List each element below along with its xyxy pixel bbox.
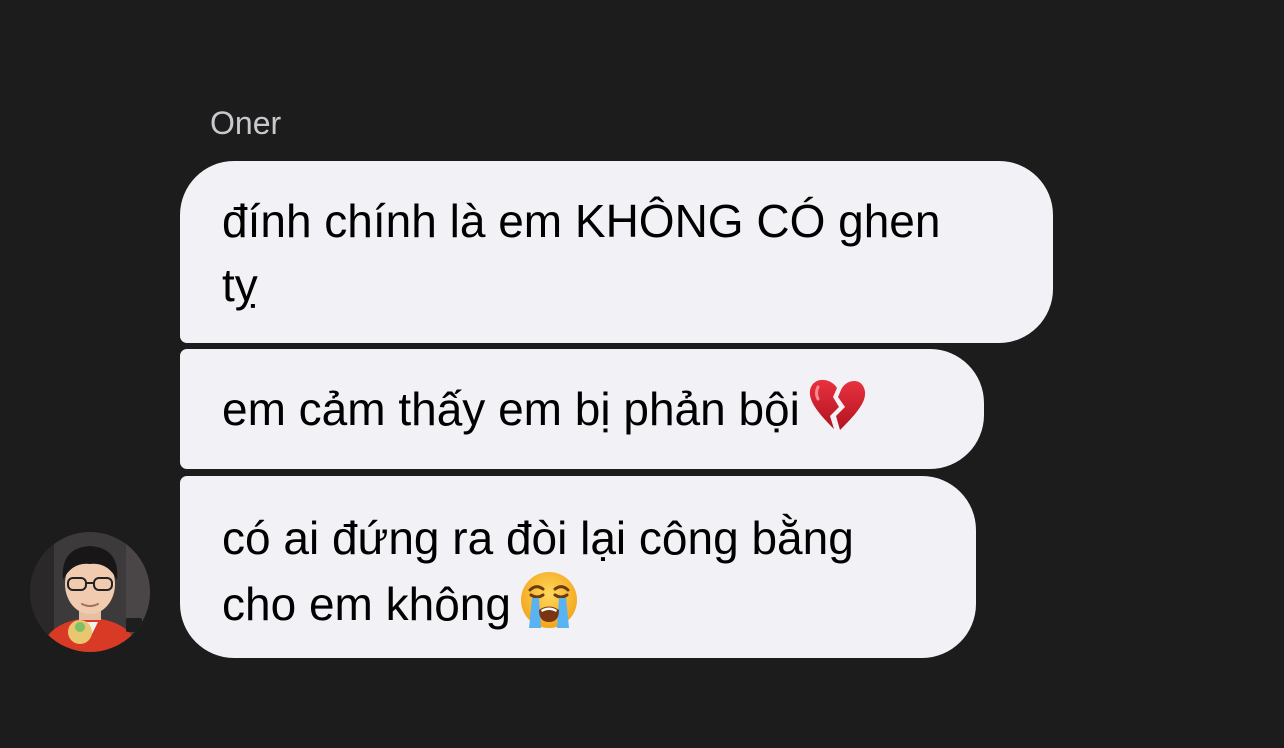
message-bubble[interactable]: em cảm thấy em bị phản bội: [180, 349, 984, 469]
message-text: tỵ: [222, 259, 258, 311]
avatar[interactable]: [30, 532, 150, 652]
message-text: có ai đứng ra đòi lại công bằng: [222, 512, 854, 564]
loudly-crying-face-icon: [519, 570, 579, 646]
message-line: em cảm thấy em bị phản bội: [222, 377, 942, 449]
message-text: cho em không: [222, 578, 511, 631]
message-bubble[interactable]: đính chính là em KHÔNG CÓ ghen tỵ: [180, 161, 1053, 343]
message-line: cho em không: [222, 570, 934, 646]
message-bubble[interactable]: có ai đứng ra đòi lại công bằng cho em k…: [180, 476, 976, 658]
message-text: đính chính là em KHÔNG CÓ ghen: [222, 195, 941, 247]
broken-heart-icon: [808, 377, 866, 449]
message-text: em cảm thấy em bị phản bội: [222, 383, 800, 436]
sender-name: Oner: [210, 105, 282, 141]
